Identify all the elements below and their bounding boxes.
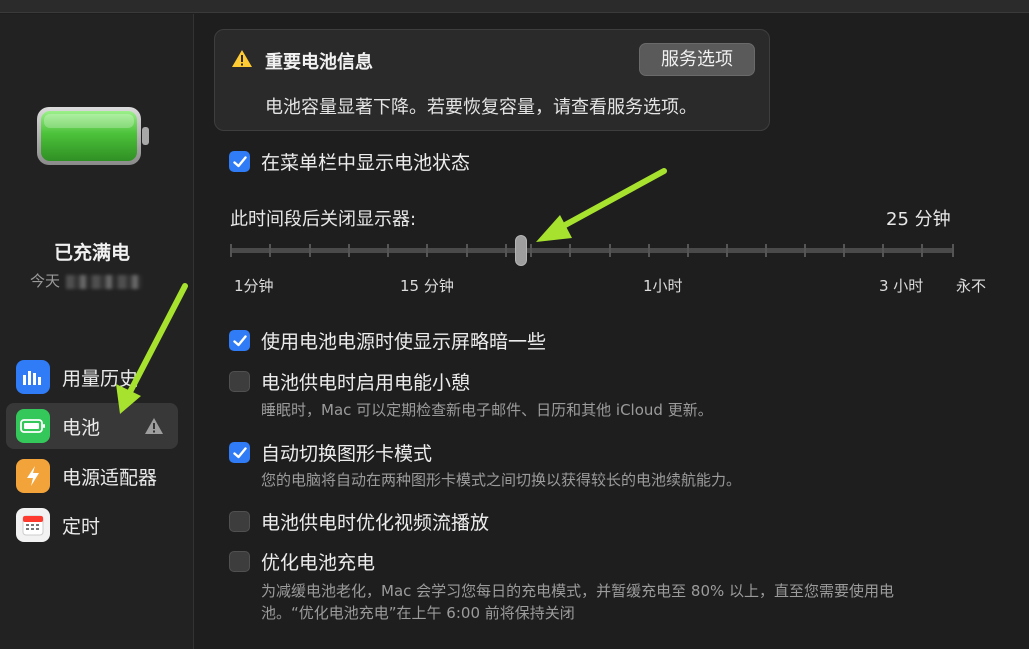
sidebar-item-schedule[interactable]: 定时 xyxy=(6,502,178,548)
checkmark-icon xyxy=(232,446,247,458)
bar-chart-icon xyxy=(16,360,50,394)
tick-label: 1小时 xyxy=(643,277,683,295)
warning-icon xyxy=(145,418,163,434)
display-off-value: 25 分钟 xyxy=(886,209,951,230)
power-nap-hint: 睡眠时，Mac 可以定期检查新电子邮件、日历和其他 iCloud 更新。 xyxy=(261,401,713,419)
graphics-switching-hint: 您的电脑将自动在两种图形卡模式之间切换以获得较长的电池续航能力。 xyxy=(261,471,742,489)
battery-status-time-text: 今天 xyxy=(30,272,61,290)
battery-notice-card: 重要电池信息 电池容量显著下降。若要恢复容量，请查看服务选项。 服务选项 xyxy=(214,29,770,131)
checkbox[interactable] xyxy=(229,151,250,172)
redacted-time xyxy=(66,274,143,289)
notice-title: 重要电池信息 xyxy=(265,52,373,73)
optimized-charging-hint-line2: 池。“优化电池充电”在上午 6:00 前将保持关闭 xyxy=(261,604,575,622)
battery-icon xyxy=(16,409,50,443)
service-options-button[interactable]: 服务选项 xyxy=(639,43,755,76)
dim-display-option[interactable]: 使用电池电源时使显示屏略暗一些 xyxy=(229,327,546,354)
slider-tick xyxy=(530,244,532,257)
sidebar-item-power-adapter[interactable]: 电源适配器 xyxy=(6,453,178,499)
slider-tick xyxy=(921,244,923,257)
tick-label: 永不 xyxy=(956,277,987,295)
show-battery-status-option[interactable]: 在菜单栏中显示电池状态 xyxy=(229,148,470,175)
checkbox[interactable] xyxy=(229,551,250,572)
annotation-arrow-slider xyxy=(536,168,667,242)
slider-tick xyxy=(269,244,271,257)
slider-tick xyxy=(505,244,507,257)
power-nap-option[interactable]: 电池供电时启用电能小憩 xyxy=(229,368,470,395)
slider-tick xyxy=(569,244,571,257)
slider-tick xyxy=(609,244,611,257)
checkbox[interactable] xyxy=(229,511,250,532)
auto-graphics-switching-option[interactable]: 自动切换图形卡模式 xyxy=(229,439,432,466)
optimized-charging-hint-line1: 为减缓电池老化，Mac 会学习您每日的充电模式，并暂缓充电至 80% 以上，直至… xyxy=(261,582,895,600)
slider-tick xyxy=(687,244,689,257)
warning-icon xyxy=(232,50,252,67)
option-label: 在菜单栏中显示电池状态 xyxy=(261,152,471,174)
battery-status-time: 今天 xyxy=(30,270,143,291)
checkbox[interactable] xyxy=(229,371,250,392)
slider-tick xyxy=(348,244,350,257)
optimized-charging-option[interactable]: 优化电池充电 xyxy=(229,548,375,575)
slider-tick xyxy=(726,244,728,257)
lightning-icon xyxy=(16,459,50,493)
slider-tick xyxy=(765,244,767,257)
tick-label: 15 分钟 xyxy=(400,277,454,295)
option-label: 使用电池电源时使显示屏略暗一些 xyxy=(261,331,547,353)
slider-tick xyxy=(843,244,845,257)
optimize-video-streaming-option[interactable]: 电池供电时优化视频流播放 xyxy=(229,508,489,535)
slider-tick xyxy=(309,244,311,257)
sidebar-item-battery[interactable]: 电池 xyxy=(6,403,178,449)
checkbox[interactable] xyxy=(229,330,250,351)
slider-tick xyxy=(882,244,884,257)
notice-body: 电池容量显著下降。若要恢复容量，请查看服务选项。 xyxy=(265,97,697,118)
checkbox[interactable] xyxy=(229,442,250,463)
display-off-slider[interactable] xyxy=(230,248,954,253)
option-label: 优化电池充电 xyxy=(261,552,376,574)
calendar-icon xyxy=(16,508,50,542)
slider-tick xyxy=(466,244,468,257)
slider-tick xyxy=(804,244,806,257)
slider-tick xyxy=(426,244,428,257)
sidebar-item-label: 电源适配器 xyxy=(62,466,158,489)
display-off-label: 此时间段后关闭显示器: xyxy=(230,209,417,230)
checkmark-icon xyxy=(232,155,247,167)
option-label: 电池供电时启用电能小憩 xyxy=(261,372,471,394)
battery-full-icon xyxy=(37,107,149,165)
slider-tick xyxy=(230,244,232,257)
slider-tick xyxy=(387,244,389,257)
slider-thumb[interactable] xyxy=(515,235,527,266)
window-top-bar xyxy=(0,0,1029,13)
option-label: 自动切换图形卡模式 xyxy=(261,443,433,465)
battery-status-title: 已充满电 xyxy=(53,242,130,264)
sidebar-item-label: 用量历史 xyxy=(62,367,139,390)
checkmark-icon xyxy=(232,334,247,346)
slider-tick xyxy=(648,244,650,257)
sidebar-item-label: 定时 xyxy=(62,515,101,538)
option-label: 电池供电时优化视频流播放 xyxy=(261,512,490,534)
tick-label: 1分钟 xyxy=(234,277,274,295)
sidebar-item-usage-history[interactable]: 用量历史 xyxy=(6,354,178,400)
tick-label: 3 小时 xyxy=(879,277,924,295)
sidebar-item-label: 电池 xyxy=(62,416,101,439)
slider-tick xyxy=(952,244,954,257)
